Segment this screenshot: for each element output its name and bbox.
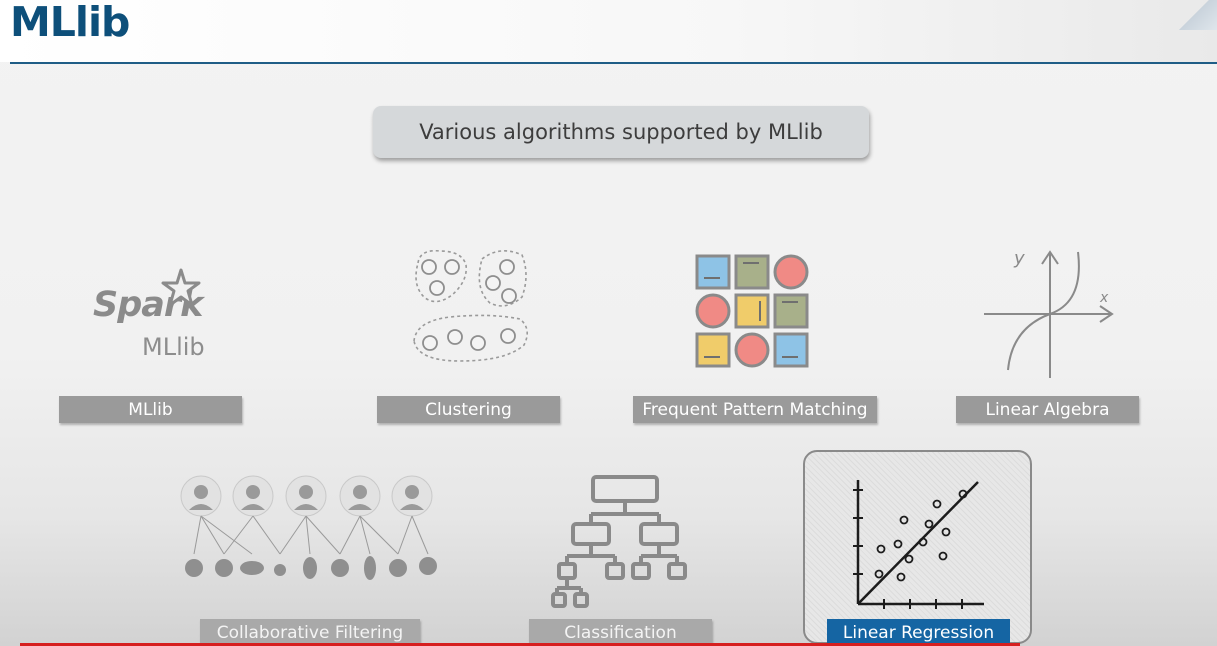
clustering-icon (413, 249, 528, 362)
pattern-grid-icon (695, 254, 809, 368)
title-underline (10, 62, 1217, 64)
label-linear-algebra: Linear Algebra (956, 396, 1139, 423)
label-mllib: MLlib (59, 396, 242, 423)
slide-title: MLlib (10, 0, 130, 46)
spark-star-icon (161, 268, 201, 307)
label-linear-regression[interactable]: Linear Regression (827, 619, 1010, 646)
scatter-regression-icon (853, 480, 984, 609)
algorithms-callout: Various algorithms supported by MLlib (373, 106, 869, 158)
corner-decoration (1177, 0, 1217, 30)
label-collaborative-filtering: Collaborative Filtering (200, 619, 420, 646)
tree-diagram-icon (551, 475, 687, 608)
mllib-logo-text: MLlib (142, 333, 205, 361)
axes-graph-icon: y x (984, 248, 1114, 378)
y-axis-letter: y (1013, 248, 1025, 269)
header-band (0, 0, 1217, 62)
label-clustering: Clustering (377, 396, 560, 423)
users-items-icon (180, 475, 437, 580)
label-frequent-pattern-matching: Frequent Pattern Matching (633, 396, 877, 423)
label-classification: Classification (529, 619, 712, 646)
x-axis-letter: x (1099, 290, 1109, 306)
